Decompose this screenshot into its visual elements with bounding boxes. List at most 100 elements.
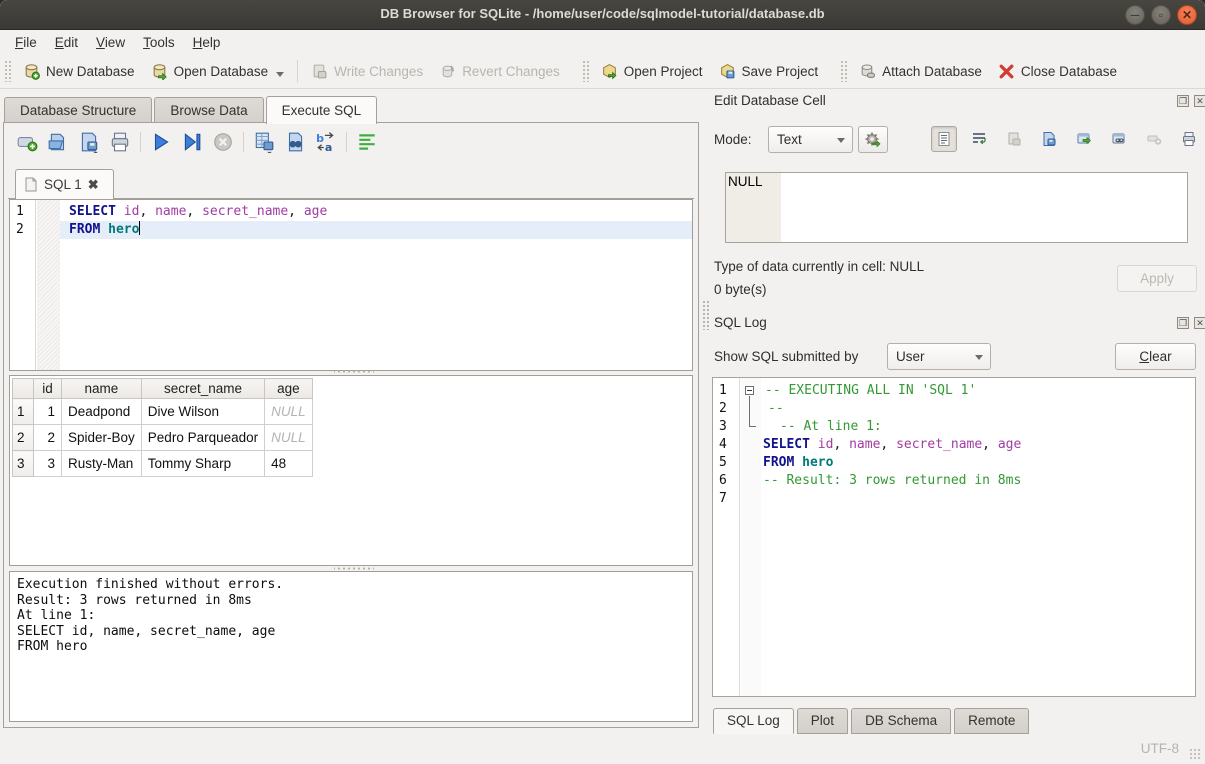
pane-splitter[interactable] bbox=[702, 300, 709, 330]
cell-id[interactable]: 3 bbox=[34, 451, 62, 477]
tab-database-structure[interactable]: Database Structure bbox=[4, 97, 152, 125]
save-cell-data-button[interactable] bbox=[1036, 126, 1062, 152]
cell-secret-name[interactable]: Dive Wilson bbox=[141, 399, 264, 425]
cell-age[interactable]: NULL bbox=[265, 399, 313, 425]
cell-name[interactable]: Spider-Boy bbox=[62, 425, 142, 451]
import-cell-data-button[interactable] bbox=[1001, 126, 1027, 152]
attach-database-button[interactable]: Attach Database bbox=[851, 58, 990, 85]
write-changes-button[interactable]: Write Changes bbox=[303, 58, 431, 85]
toolbar-grip[interactable] bbox=[840, 60, 847, 82]
open-database-button[interactable]: Open Database bbox=[143, 58, 293, 85]
revert-changes-button[interactable]: Revert Changes bbox=[431, 58, 568, 85]
cell-age[interactable]: NULL bbox=[265, 425, 313, 451]
clear-log-button[interactable]: Clear bbox=[1115, 343, 1196, 370]
text-mode-button[interactable] bbox=[931, 126, 957, 152]
col-header-id[interactable]: id bbox=[34, 379, 62, 399]
log-fold-margin[interactable] bbox=[741, 378, 761, 696]
menu-help[interactable]: Help bbox=[184, 32, 230, 53]
export-csv-icon[interactable] bbox=[253, 131, 275, 153]
execution-status-message: Execution finished without errors. Resul… bbox=[9, 571, 693, 722]
col-header-age[interactable]: age bbox=[265, 379, 313, 399]
close-database-button[interactable]: Close Database bbox=[990, 58, 1125, 85]
project-save-icon bbox=[719, 63, 736, 80]
sql-editor[interactable]: 1 2 SELECT id, name, secret_name, age FR… bbox=[9, 199, 693, 371]
print-cell-button[interactable] bbox=[1176, 126, 1202, 152]
close-panel-icon[interactable]: ✕ bbox=[1194, 95, 1205, 107]
export-icon bbox=[1076, 131, 1092, 147]
close-icon[interactable]: ✕ bbox=[1177, 5, 1197, 25]
tab-remote[interactable]: Remote bbox=[954, 708, 1029, 734]
table-row[interactable]: 3 3 Rusty-Man Tommy Sharp 48 bbox=[13, 451, 313, 477]
cell-value-editor[interactable]: NULL bbox=[725, 172, 1188, 243]
cell-age[interactable]: 48 bbox=[265, 451, 313, 477]
menu-view[interactable]: View bbox=[87, 32, 134, 53]
cell-secret-name[interactable]: Pedro Parqueador bbox=[141, 425, 264, 451]
float-panel-icon[interactable]: ❐ bbox=[1177, 317, 1189, 329]
results-grid[interactable]: id name secret_name age 1 1 Deadpond Div… bbox=[9, 375, 693, 566]
cell-name[interactable]: Deadpond bbox=[62, 399, 142, 425]
save-sql-file-icon[interactable] bbox=[78, 131, 100, 153]
open-sql-file-icon[interactable] bbox=[47, 131, 69, 153]
format-sql-icon[interactable] bbox=[356, 131, 378, 153]
col-header-secret-name[interactable]: secret_name bbox=[141, 379, 264, 399]
tab-sql-log[interactable]: SQL Log bbox=[713, 708, 794, 734]
cell-size-info: 0 byte(s) bbox=[714, 282, 767, 297]
cell-secret-name[interactable]: Tommy Sharp bbox=[141, 451, 264, 477]
export-cell-data-button[interactable] bbox=[1071, 126, 1097, 152]
editor-results-splitter[interactable] bbox=[334, 369, 374, 374]
cell-id[interactable]: 1 bbox=[34, 399, 62, 425]
close-sql-tab-icon[interactable]: ✖ bbox=[88, 177, 99, 193]
log-line bbox=[761, 490, 1195, 508]
save-project-button[interactable]: Save Project bbox=[711, 58, 827, 85]
auto-switch-mode-button[interactable] bbox=[858, 126, 888, 153]
mode-select[interactable]: Text bbox=[768, 126, 853, 153]
cell-id[interactable]: 2 bbox=[34, 425, 62, 451]
resize-grip[interactable] bbox=[1189, 748, 1201, 760]
maximize-icon[interactable]: ▫ bbox=[1151, 5, 1171, 25]
set-null-button[interactable] bbox=[1141, 126, 1167, 152]
tab-db-schema[interactable]: DB Schema bbox=[851, 708, 951, 734]
menu-tools[interactable]: Tools bbox=[134, 32, 184, 53]
new-database-button[interactable]: New Database bbox=[15, 58, 143, 85]
grid-corner[interactable] bbox=[13, 379, 34, 399]
minimize-icon[interactable]: ─ bbox=[1125, 5, 1145, 25]
execute-all-icon[interactable] bbox=[150, 131, 172, 153]
cell-name[interactable]: Rusty-Man bbox=[62, 451, 142, 477]
cell-editor-toolbar bbox=[931, 126, 1202, 152]
apply-button[interactable]: Apply bbox=[1117, 265, 1197, 292]
menu-file[interactable]: File bbox=[6, 32, 46, 53]
log-line: FROM hero bbox=[761, 454, 1195, 472]
col-header-name[interactable]: name bbox=[62, 379, 142, 399]
sql-log-view[interactable]: 1 2 3 4 5 6 7 -- EXECUTING ALL IN 'SQL 1… bbox=[712, 377, 1196, 697]
close-panel-icon[interactable]: ✕ bbox=[1194, 317, 1205, 329]
toolbar-grip[interactable] bbox=[4, 60, 11, 82]
tab-browse-data[interactable]: Browse Data bbox=[154, 97, 263, 125]
sql-file-icon bbox=[24, 177, 38, 192]
titlebar[interactable]: DB Browser for SQLite - /home/user/code/… bbox=[0, 0, 1205, 30]
database-new-icon bbox=[23, 63, 40, 80]
editor-line-current: FROM hero bbox=[60, 221, 692, 239]
toolbar-grip[interactable] bbox=[582, 60, 589, 82]
float-panel-icon[interactable]: ❐ bbox=[1177, 95, 1189, 107]
replace-icon[interactable]: b a bbox=[315, 131, 337, 153]
open-project-button[interactable]: Open Project bbox=[593, 58, 711, 85]
execute-line-icon[interactable] bbox=[181, 131, 203, 153]
new-sql-tab-icon[interactable] bbox=[16, 131, 38, 153]
stop-execution-icon[interactable] bbox=[212, 131, 234, 153]
tab-plot[interactable]: Plot bbox=[797, 708, 848, 734]
table-row[interactable]: 2 2 Spider-Boy Pedro Parqueador NULL bbox=[13, 425, 313, 451]
fold-collapse-icon[interactable] bbox=[745, 386, 754, 395]
tab-execute-sql[interactable]: Execute SQL bbox=[266, 96, 378, 124]
sql-log-panel-title: SQL Log bbox=[714, 315, 767, 330]
word-wrap-button[interactable] bbox=[966, 126, 992, 152]
open-database-dropdown-icon[interactable] bbox=[276, 72, 284, 77]
table-row[interactable]: 1 1 Deadpond Dive Wilson NULL bbox=[13, 399, 313, 425]
find-icon[interactable] bbox=[284, 131, 306, 153]
editor-code-area[interactable]: SELECT id, name, secret_name, age FROM h… bbox=[60, 200, 692, 370]
log-filter-select[interactable]: User bbox=[887, 343, 991, 370]
sql-doc-tab[interactable]: SQL 1 ✖ bbox=[15, 169, 114, 199]
encoding-status[interactable]: UTF-8 bbox=[1141, 741, 1179, 756]
menu-edit[interactable]: Edit bbox=[46, 32, 87, 53]
open-in-external-button[interactable] bbox=[1106, 126, 1132, 152]
print-icon[interactable] bbox=[109, 131, 131, 153]
